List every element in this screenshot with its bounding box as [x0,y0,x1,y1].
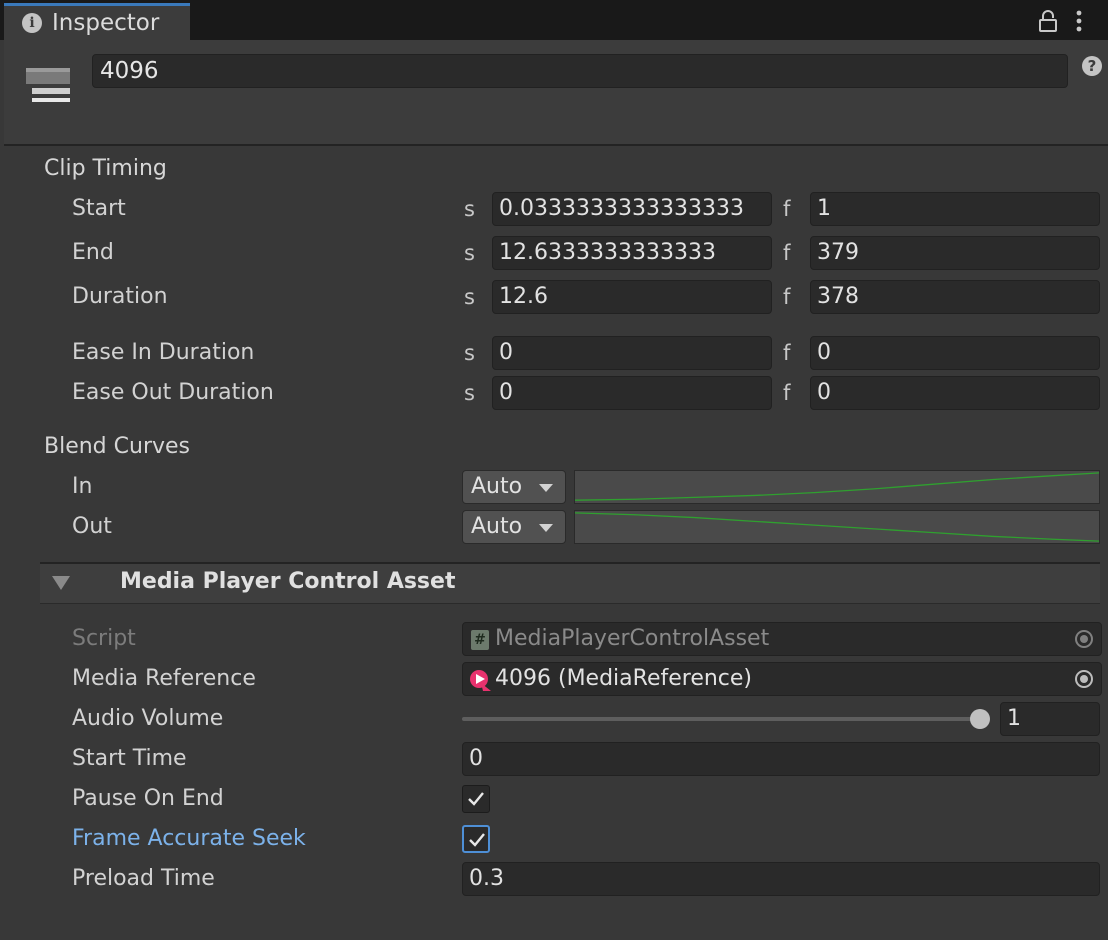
seconds-prefix: s [464,341,475,365]
kebab-menu-icon[interactable] [1071,9,1087,33]
media-reference-label: Media Reference [72,666,256,691]
seconds-prefix: s [464,241,475,265]
preload-time-field[interactable]: 0.3 [462,862,1100,896]
start-frames-field[interactable]: 1 [810,192,1100,226]
end-seconds-field[interactable]: 12.6333333333333 [492,236,772,270]
info-icon: i [22,13,42,33]
ease-in-label: Ease In Duration [72,340,255,365]
frames-prefix: f [783,197,791,221]
blend-curves-title: Blend Curves [44,434,191,459]
pause-on-end-checkbox[interactable] [462,785,490,813]
seconds-prefix: s [464,197,475,221]
object-name-field[interactable]: 4096 [92,54,1068,88]
audio-volume-label: Audio Volume [72,706,224,731]
component-header[interactable]: Media Player Control Asset [40,562,1100,604]
audio-volume-slider-track[interactable] [462,717,982,721]
blend-in-mode-value: Auto [471,474,523,499]
tab-inspector[interactable]: i Inspector [4,3,190,40]
tab-bar: i Inspector [0,0,1108,40]
media-reference-icon [470,670,491,691]
seconds-prefix: s [464,381,475,405]
frame-accurate-seek-checkbox[interactable] [462,825,490,853]
blend-in-mode-dropdown[interactable]: Auto [462,470,566,504]
help-icon[interactable]: ? [1082,56,1102,76]
script-field: # MediaPlayerControlAsset [462,622,1102,656]
object-picker-icon[interactable] [1075,670,1093,688]
ease-out-frames-field[interactable]: 0 [810,376,1100,410]
media-reference-value: 4096 (MediaReference) [495,666,753,691]
audio-volume-slider-thumb[interactable] [970,709,990,729]
frames-prefix: f [783,381,791,405]
start-label: Start [72,196,126,221]
start-time-label: Start Time [72,746,187,771]
script-label: Script [72,626,136,651]
checkmark-icon [468,792,484,806]
pause-on-end-label: Pause On End [72,786,224,811]
blend-in-label: In [72,474,93,499]
duration-label: Duration [72,284,168,309]
ease-out-label: Ease Out Duration [72,380,274,405]
blend-in-curve[interactable] [574,470,1100,504]
inspector-window: i Inspector 4096 ? Clip Timing Start s 0… [0,0,1108,940]
chevron-down-icon [539,484,553,492]
start-seconds-field[interactable]: 0.0333333333333333 [492,192,772,226]
blend-out-mode-dropdown[interactable]: Auto [462,510,566,544]
frame-accurate-seek-label: Frame Accurate Seek [72,826,306,851]
start-time-field[interactable]: 0 [462,742,1100,776]
chevron-down-icon [539,524,553,532]
end-label: End [72,240,114,265]
end-frames-field[interactable]: 379 [810,236,1100,270]
object-header: 4096 ? [4,40,1108,146]
blend-out-label: Out [72,514,112,539]
script-value: MediaPlayerControlAsset [495,626,770,651]
script-icon: # [471,630,489,650]
blend-out-mode-value: Auto [471,514,523,539]
duration-seconds-field[interactable]: 12.6 [492,280,772,314]
timeline-clip-icon [26,68,70,102]
checkmark-icon [469,833,485,847]
foldout-arrow-icon[interactable] [52,576,70,590]
seconds-prefix: s [464,285,475,309]
ease-in-seconds-field[interactable]: 0 [492,336,772,370]
ease-out-seconds-field[interactable]: 0 [492,376,772,410]
clip-timing-title: Clip Timing [44,156,167,181]
object-picker-icon [1075,630,1093,648]
blend-out-curve[interactable] [574,510,1100,544]
lock-icon[interactable] [1038,9,1058,33]
duration-frames-field[interactable]: 378 [810,280,1100,314]
frames-prefix: f [783,285,791,309]
frames-prefix: f [783,241,791,265]
audio-volume-field[interactable]: 1 [1000,702,1100,736]
tab-title: Inspector [52,10,160,36]
media-reference-field[interactable]: 4096 (MediaReference) [462,662,1102,696]
component-title: Media Player Control Asset [120,569,456,594]
ease-in-frames-field[interactable]: 0 [810,336,1100,370]
preload-time-label: Preload Time [72,866,215,891]
frames-prefix: f [783,341,791,365]
